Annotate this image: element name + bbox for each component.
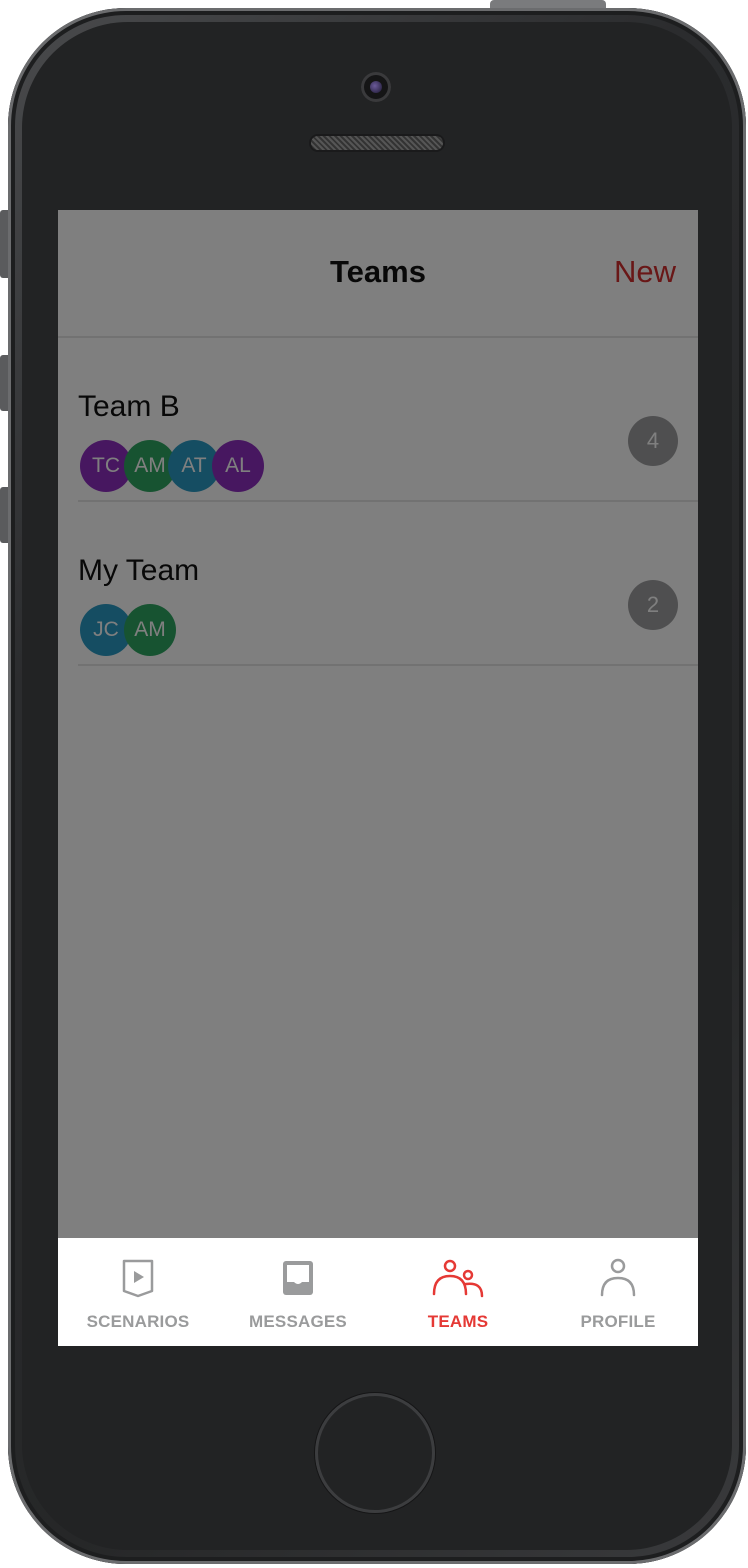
team-list: Team B TC AM AT AL 4 My Team JC AM 2 bbox=[78, 338, 698, 666]
tab-messages[interactable]: MESSAGES bbox=[218, 1238, 378, 1346]
nav-header: Teams New bbox=[58, 210, 698, 338]
team-row[interactable]: My Team JC AM 2 bbox=[78, 502, 698, 666]
front-camera bbox=[361, 72, 391, 102]
teams-screen: Teams New Team B TC AM AT AL 4 My Team J… bbox=[58, 210, 698, 1238]
tab-label: TEAMS bbox=[427, 1312, 489, 1331]
person-icon bbox=[600, 1258, 636, 1297]
tab-label: SCENARIOS bbox=[86, 1312, 190, 1331]
team-icon bbox=[432, 1259, 484, 1298]
team-row[interactable]: Team B TC AM AT AL 4 bbox=[78, 338, 698, 502]
phone-screen: Teams New Team B TC AM AT AL 4 My Team J… bbox=[58, 210, 698, 1346]
mute-switch bbox=[0, 210, 8, 278]
tab-bar: SCENARIOS MESSAGES TEAMS PROFILE bbox=[58, 1238, 698, 1346]
member-count-badge: 2 bbox=[628, 580, 678, 630]
volume-up-button bbox=[0, 355, 8, 411]
page-title: Teams bbox=[330, 254, 426, 289]
home-button[interactable] bbox=[315, 1393, 435, 1513]
volume-down-button bbox=[0, 487, 8, 543]
avatar: AM bbox=[124, 604, 176, 656]
new-team-button[interactable]: New bbox=[614, 254, 676, 290]
inbox-icon bbox=[283, 1261, 313, 1295]
team-name: My Team bbox=[78, 554, 200, 587]
tab-profile[interactable]: PROFILE bbox=[538, 1238, 698, 1346]
team-name: Team B bbox=[78, 390, 180, 423]
tab-scenarios[interactable]: SCENARIOS bbox=[58, 1238, 218, 1346]
power-button bbox=[490, 0, 606, 8]
tab-label: MESSAGES bbox=[249, 1312, 347, 1331]
earpiece-speaker bbox=[311, 136, 443, 150]
tab-label: PROFILE bbox=[580, 1312, 656, 1331]
member-count-badge: 4 bbox=[628, 416, 678, 466]
scenarios-play-icon bbox=[122, 1259, 154, 1298]
tab-teams[interactable]: TEAMS bbox=[378, 1238, 538, 1346]
avatar: AL bbox=[212, 440, 264, 492]
